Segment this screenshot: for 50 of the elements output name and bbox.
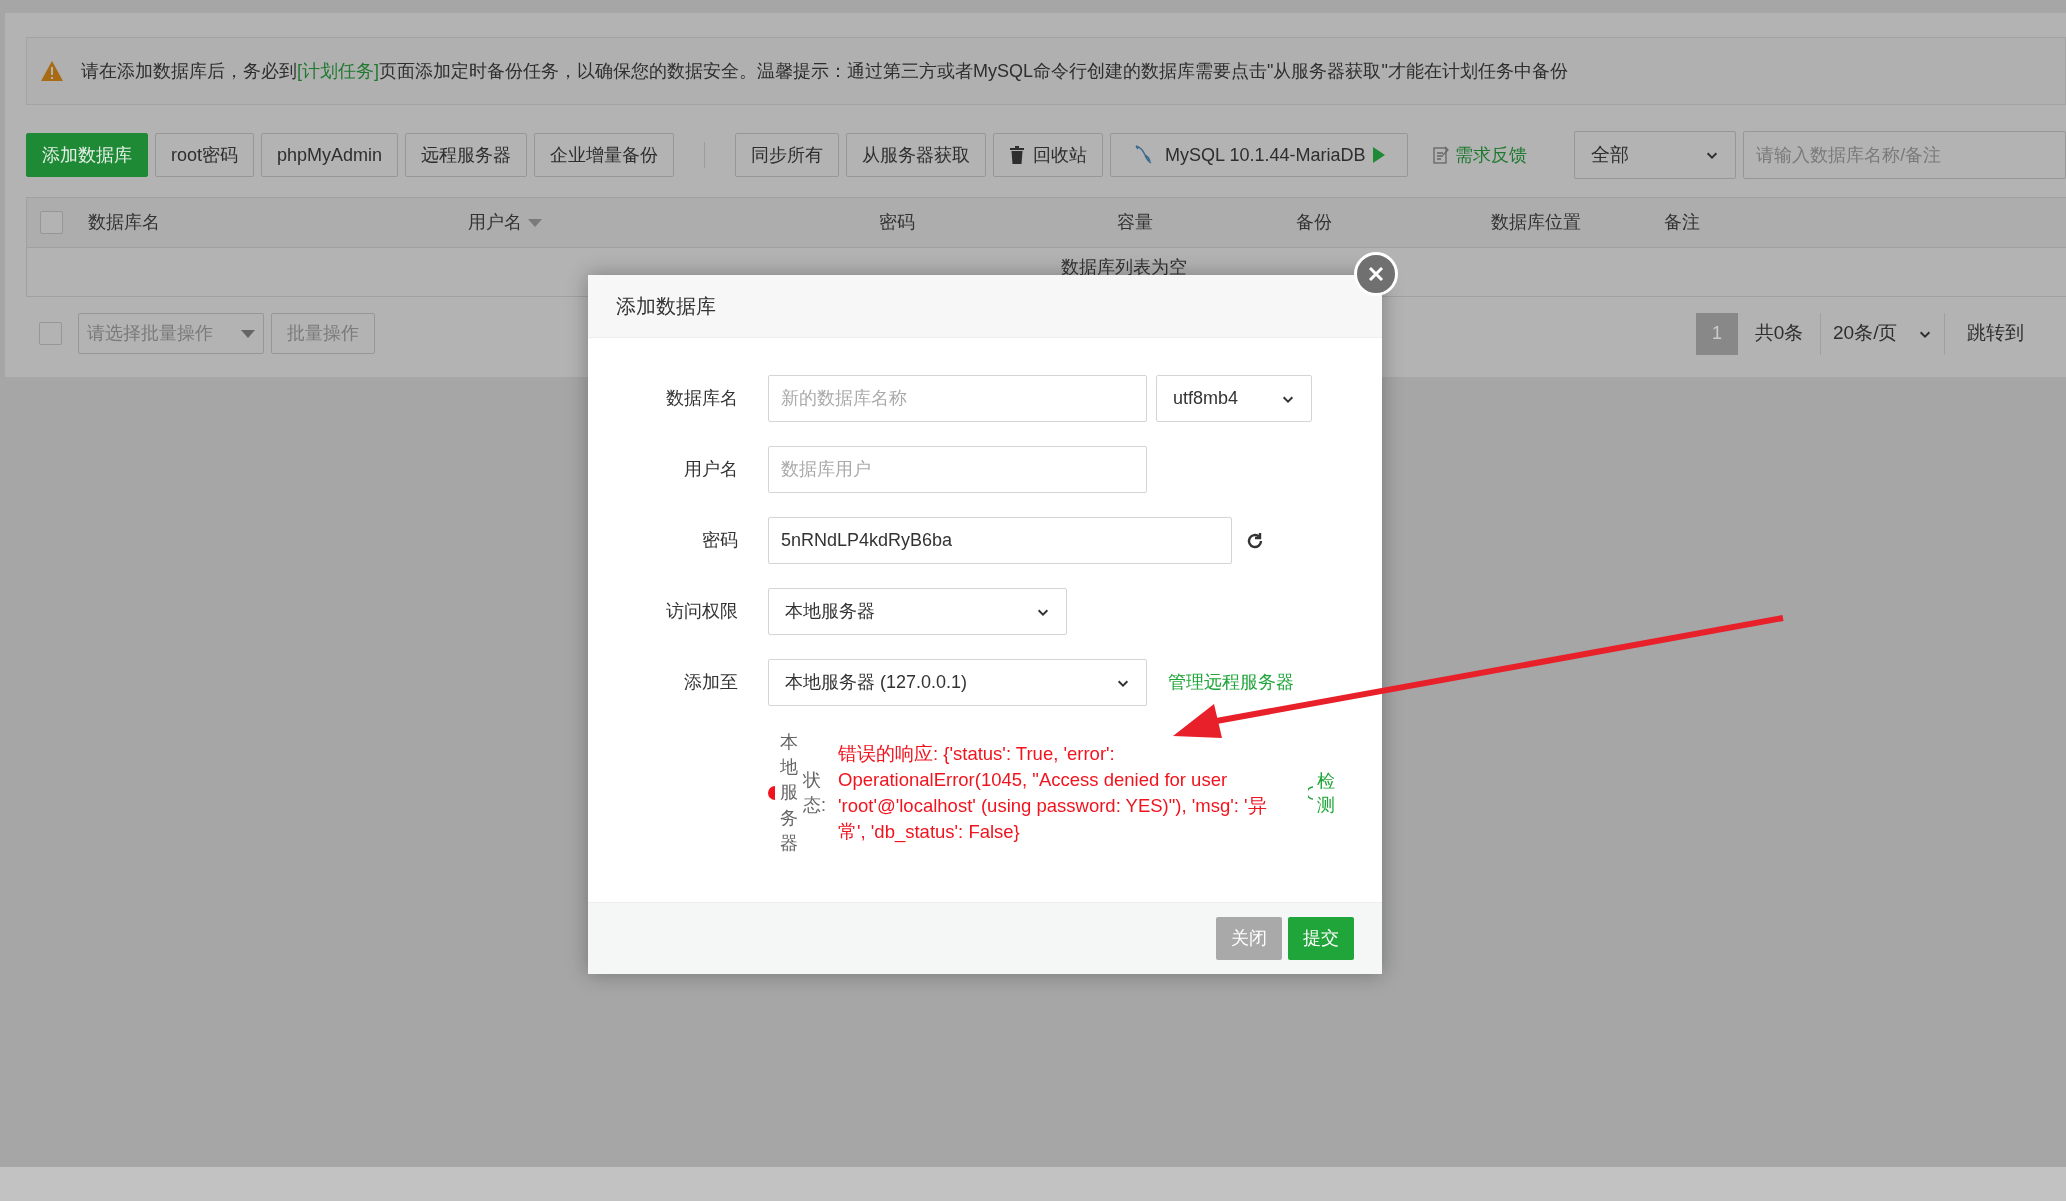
field-label: 数据库名 [665,387,738,410]
column-header: 数据库名 [88,211,160,234]
column-header: 容量 [1117,211,1153,234]
refresh-icon[interactable] [1245,530,1265,551]
jump-label: 跳转到 [1967,321,2024,346]
checkbox[interactable] [40,211,63,234]
server-name: 本地服务器 [780,731,798,855]
arc-icon [1308,785,1314,800]
text-field[interactable]: 新的数据库名称 [768,375,1147,422]
detect-link[interactable]: 检测 [1317,768,1335,818]
field-label: 密码 [701,529,738,552]
notice-text: 请在添加数据库后，务必到[计划任务]页面添加定时备份任务，以确保您的数据安全。温馨提示：通过第三方或者MySQL命令行创建的数据库需要点击"从服务器获取"才能在计划任务中备份 [81,59,1568,83]
toolbar-button[interactable]: 企业增量备份 [534,133,675,177]
field-label: 添加至 [683,671,738,694]
trash-icon [1009,146,1026,164]
column-header: 密码 [879,211,915,234]
toolbar-button[interactable]: phpMyAdmin [261,133,399,177]
search-field[interactable]: 请输入数据库名称/备注 [1743,131,2066,179]
toolbar-button[interactable]: 同步所有 [735,133,840,177]
note-icon [1433,146,1450,164]
empty-text: 数据库列表为空 [1061,256,1187,279]
toolbar-button[interactable]: 从服务器获取 [846,133,987,177]
access-select[interactable]: 本地服务器 [768,588,1067,635]
checkbox[interactable] [39,322,62,345]
charset-select[interactable]: utf8mb4 [1156,375,1312,422]
toolbar-button[interactable]: MySQL 10.1.44-MariaDB [1110,133,1409,177]
play-icon [1373,147,1386,163]
field-label: 用户名 [683,458,738,481]
server-select[interactable]: 本地服务器 (127.0.0.1) [768,659,1147,706]
page-size-select[interactable]: 20条/页 [1820,312,1945,355]
total-count: 共0条 [1753,321,1805,346]
field-label: 访问权限 [665,600,738,623]
warning-icon [41,61,63,81]
column-header: 数据库位置 [1491,211,1581,234]
toolbar-button[interactable]: root密码 [155,133,255,177]
dialog-title: 添加数据库 [616,294,716,319]
password-field[interactable]: 5nRNdLP4kdRyB6ba [768,517,1232,564]
text-field[interactable]: 数据库用户 [768,446,1147,493]
caret-icon [528,218,542,227]
column-header: 备注 [1664,211,1700,234]
column-header: 备份 [1296,211,1332,234]
toolbar-button[interactable]: 远程服务器 [405,133,528,177]
status-label: 状态: [803,768,827,817]
filter-select[interactable]: 全部 [1574,131,1737,179]
close-icon [1368,266,1384,282]
caret-icon [241,329,255,338]
error-message: 错误的响应: {'status': True, 'error': OperationalError(1045, "Access denied for user 'root'@'localhost' (using password: YES)"), 'msg': '异常', 'db_status': False} [838,742,1268,845]
toolbar-button[interactable]: 回收站 [993,133,1104,177]
column-header[interactable]: 用户名 [468,209,542,236]
toolbar-button[interactable]: 添加数据库 [26,133,148,177]
